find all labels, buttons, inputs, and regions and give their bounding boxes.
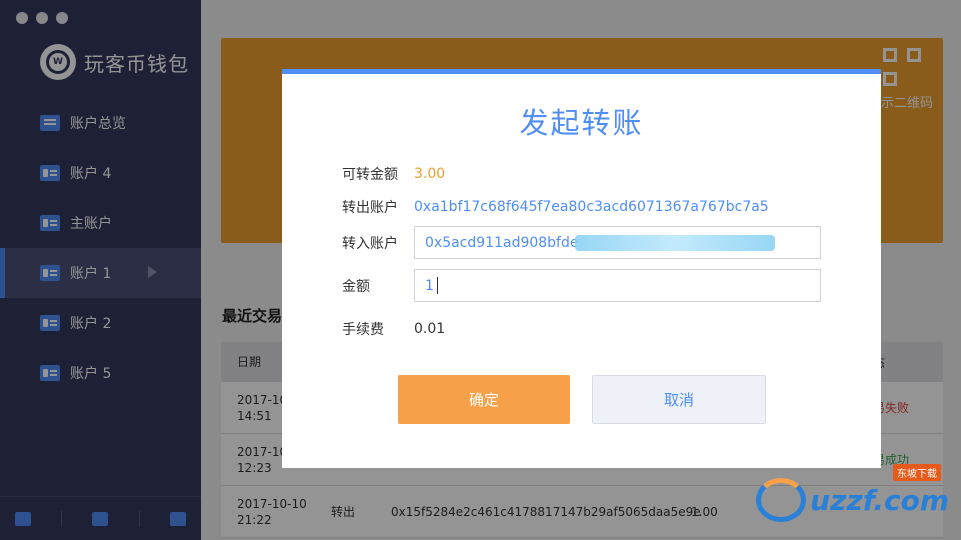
- to-account-input[interactable]: 0x5acd911ad908bfde: [414, 226, 821, 259]
- fee-row: 手续费 0.01: [342, 319, 445, 339]
- dialog-title: 发起转账: [519, 106, 644, 140]
- available-amount-label: 可转金额: [342, 167, 398, 183]
- available-amount-value: 3.00: [414, 166, 446, 182]
- to-account-label: 转入账户: [342, 235, 398, 252]
- from-account-value: 0xa1bf17c68f645f7ea80c3acd6071367a767bc7…: [414, 199, 769, 215]
- site-watermark: 东坡下载 uzzf.com: [756, 464, 949, 522]
- amount-label: 金额: [342, 278, 370, 295]
- fee-label: 手续费: [342, 322, 384, 338]
- confirm-button[interactable]: 确定: [398, 375, 570, 424]
- amount-input[interactable]: 1: [414, 269, 821, 302]
- from-account-row: 转出账户 0xa1bf17c68f645f7ea80c3acd6071367a7…: [342, 197, 769, 217]
- to-account-row: 转入账户 0x5acd911ad908bfde: [342, 226, 821, 259]
- available-amount-row: 可转金额 3.00: [342, 164, 445, 184]
- transfer-dialog: 发起转账 可转金额 3.00 转出账户 0xa1bf17c68f645f7ea8…: [282, 69, 881, 468]
- text-caret: [436, 277, 438, 294]
- watermark-tag: 东坡下载: [893, 464, 941, 481]
- cancel-button[interactable]: 取消: [592, 375, 766, 424]
- watermark-logo-icon: [756, 478, 807, 522]
- from-account-label: 转出账户: [342, 200, 398, 216]
- redaction-blur: [575, 235, 775, 251]
- watermark-text: uzzf.com: [810, 483, 949, 517]
- fee-value: 0.01: [414, 321, 446, 337]
- amount-row: 金额 1: [342, 269, 821, 302]
